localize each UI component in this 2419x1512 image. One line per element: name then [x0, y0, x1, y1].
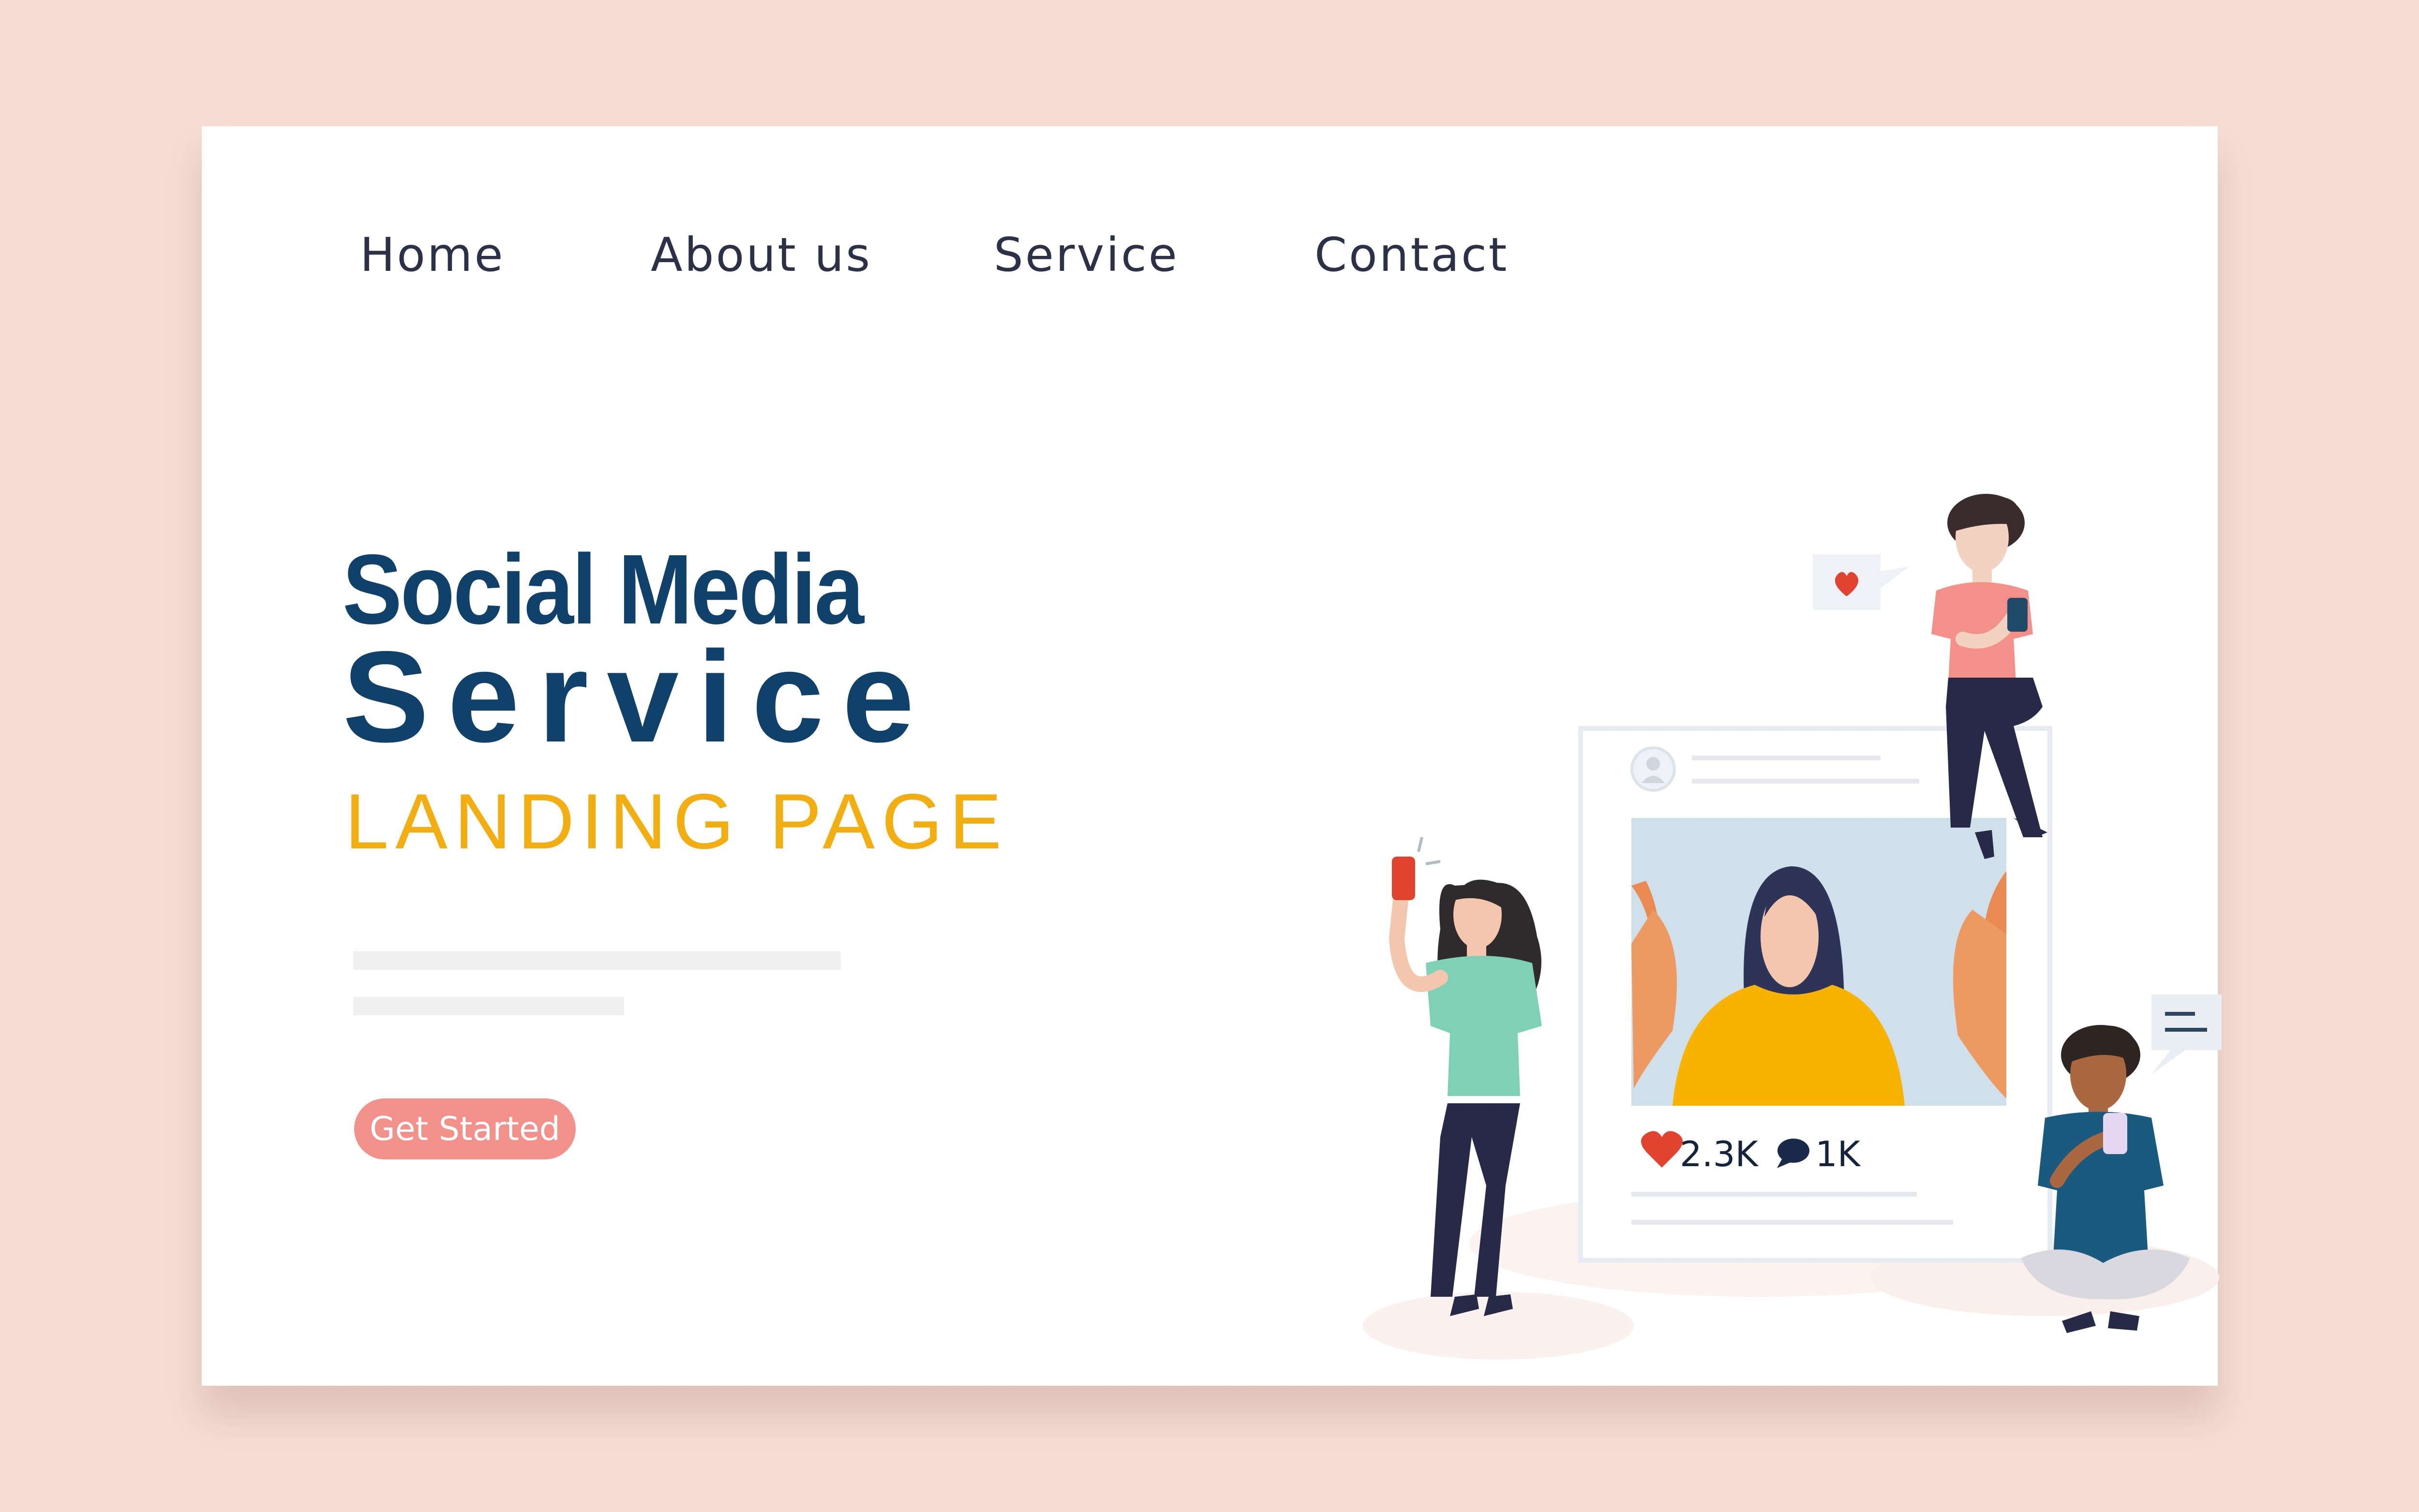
comments-count: 1K	[1815, 1134, 1861, 1174]
post-photo	[1631, 818, 2006, 1106]
like-bubble-icon	[1813, 554, 1910, 610]
nav-contact[interactable]: Contact	[1314, 228, 1509, 282]
likes-count: 2.3K	[1680, 1134, 1759, 1174]
hero-subtitle: LANDING PAGE	[345, 778, 1009, 865]
get-started-button[interactable]: Get Started	[354, 1098, 576, 1159]
message-bubble-icon	[2151, 994, 2222, 1074]
nav-service[interactable]: Service	[994, 228, 1179, 282]
placeholder-text-line	[353, 997, 624, 1015]
landing-card: Home About us Service Contact Social Med…	[202, 126, 2222, 1386]
hero-title-line2: Service	[343, 624, 933, 769]
post-card: 2.3K 1K	[1578, 726, 2052, 1263]
social-media-illustration: 2.3K 1K	[1198, 329, 2222, 1374]
placeholder-text-line	[353, 951, 841, 970]
top-nav: Home About us Service Contact	[202, 126, 2218, 282]
illustration-svg: 2.3K 1K	[1363, 494, 2222, 1360]
avatar-icon	[1630, 746, 1676, 792]
nav-home[interactable]: Home	[360, 228, 505, 282]
nav-about-us[interactable]: About us	[651, 228, 872, 282]
